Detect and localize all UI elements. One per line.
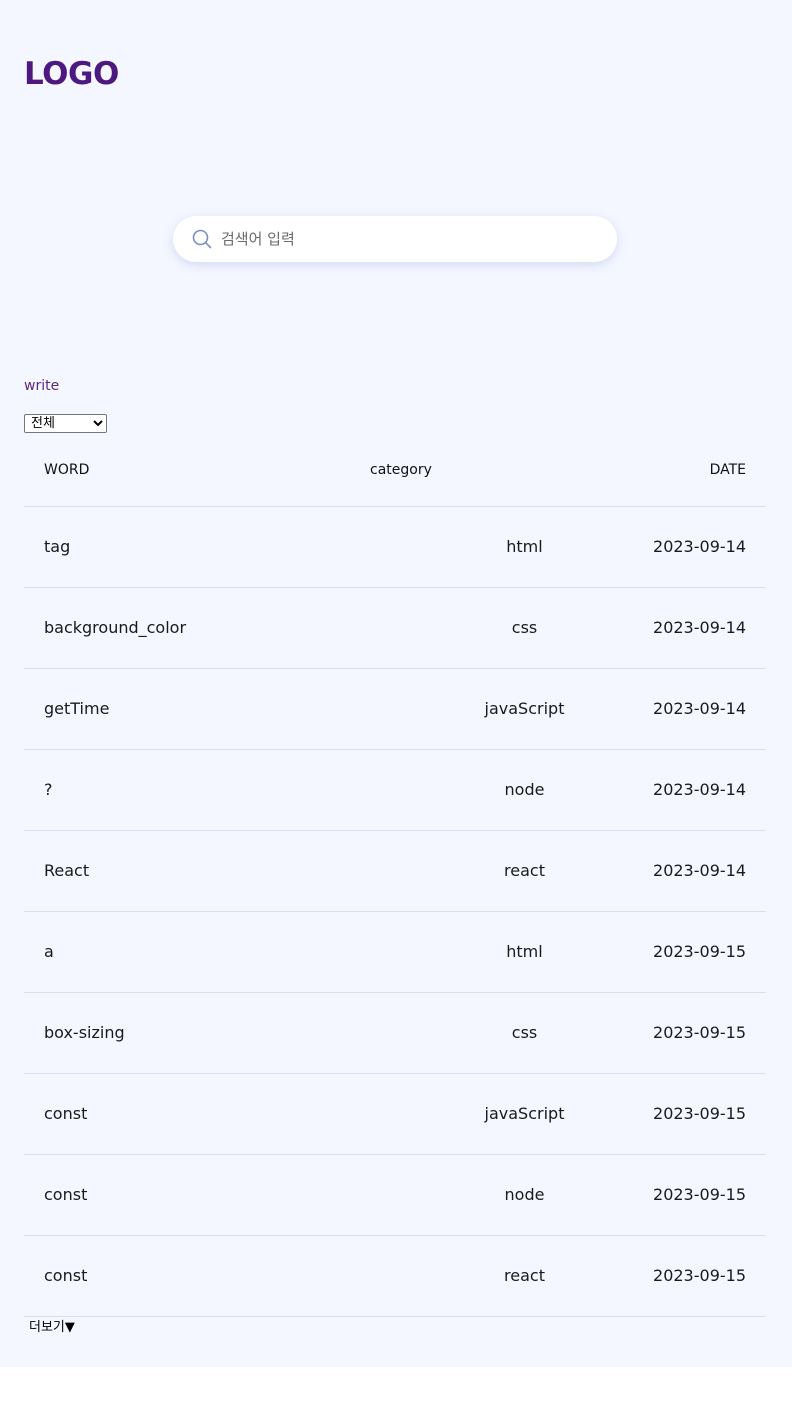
date-cell: 2023-09-14	[653, 780, 746, 799]
word-cell[interactable]: const	[44, 1074, 87, 1154]
category-cell: html	[506, 537, 543, 556]
column-header-word: WORD	[44, 462, 90, 478]
word-cell[interactable]: React	[44, 831, 89, 911]
page: LOGO write 전체 WORD category DATE tag htm…	[0, 0, 792, 1367]
date-cell: 2023-09-15	[653, 942, 746, 961]
category-cell: react	[504, 1266, 545, 1285]
date-cell: 2023-09-15	[653, 1266, 746, 1285]
date-cell: 2023-09-14	[653, 699, 746, 718]
table-row[interactable]: const react 2023-09-15	[24, 1236, 766, 1317]
date-cell: 2023-09-15	[653, 1023, 746, 1042]
word-cell[interactable]: background_color	[44, 588, 186, 668]
table-row[interactable]: tag html 2023-09-14	[24, 507, 766, 588]
table-row[interactable]: const node 2023-09-15	[24, 1155, 766, 1236]
word-cell[interactable]: const	[44, 1236, 87, 1316]
table-row[interactable]: const javaScript 2023-09-15	[24, 1074, 766, 1155]
search-input[interactable]	[221, 224, 591, 254]
word-cell[interactable]: ?	[44, 750, 53, 830]
category-cell: css	[511, 618, 538, 637]
date-cell: 2023-09-14	[653, 618, 746, 637]
category-cell: javaScript	[484, 1104, 565, 1123]
table-row[interactable]: ? node 2023-09-14	[24, 750, 766, 831]
logo[interactable]: LOGO	[24, 54, 119, 94]
column-header-date: DATE	[709, 462, 746, 478]
date-cell: 2023-09-14	[653, 861, 746, 880]
column-header-category: category	[370, 462, 432, 478]
word-cell[interactable]: box-sizing	[44, 993, 125, 1073]
load-more-button[interactable]: 더보기▼	[29, 1319, 75, 1337]
word-cell[interactable]: a	[44, 912, 54, 992]
category-cell: node	[504, 1185, 545, 1204]
table-row[interactable]: React react 2023-09-14	[24, 831, 766, 912]
date-cell: 2023-09-15	[653, 1185, 746, 1204]
category-cell: css	[511, 1023, 538, 1042]
category-cell: html	[506, 942, 543, 961]
search-icon	[192, 229, 212, 249]
word-cell[interactable]: getTime	[44, 669, 109, 749]
category-cell: javaScript	[484, 699, 565, 718]
table-row[interactable]: a html 2023-09-15	[24, 912, 766, 993]
category-select[interactable]: 전체	[24, 414, 107, 433]
table-row[interactable]: background_color css 2023-09-14	[24, 588, 766, 669]
category-cell: react	[504, 861, 545, 880]
date-cell: 2023-09-15	[653, 1104, 746, 1123]
word-cell[interactable]: const	[44, 1155, 87, 1235]
category-cell: node	[504, 780, 545, 799]
table-row[interactable]: box-sizing css 2023-09-15	[24, 993, 766, 1074]
table-header-row: WORD category DATE	[24, 434, 766, 507]
write-link[interactable]: write	[24, 376, 59, 396]
date-cell: 2023-09-14	[653, 537, 746, 556]
word-cell[interactable]: tag	[44, 507, 70, 587]
table-row[interactable]: getTime javaScript 2023-09-14	[24, 669, 766, 750]
search-box[interactable]	[173, 216, 617, 262]
word-table: WORD category DATE tag html 2023-09-14 b…	[24, 434, 766, 1317]
